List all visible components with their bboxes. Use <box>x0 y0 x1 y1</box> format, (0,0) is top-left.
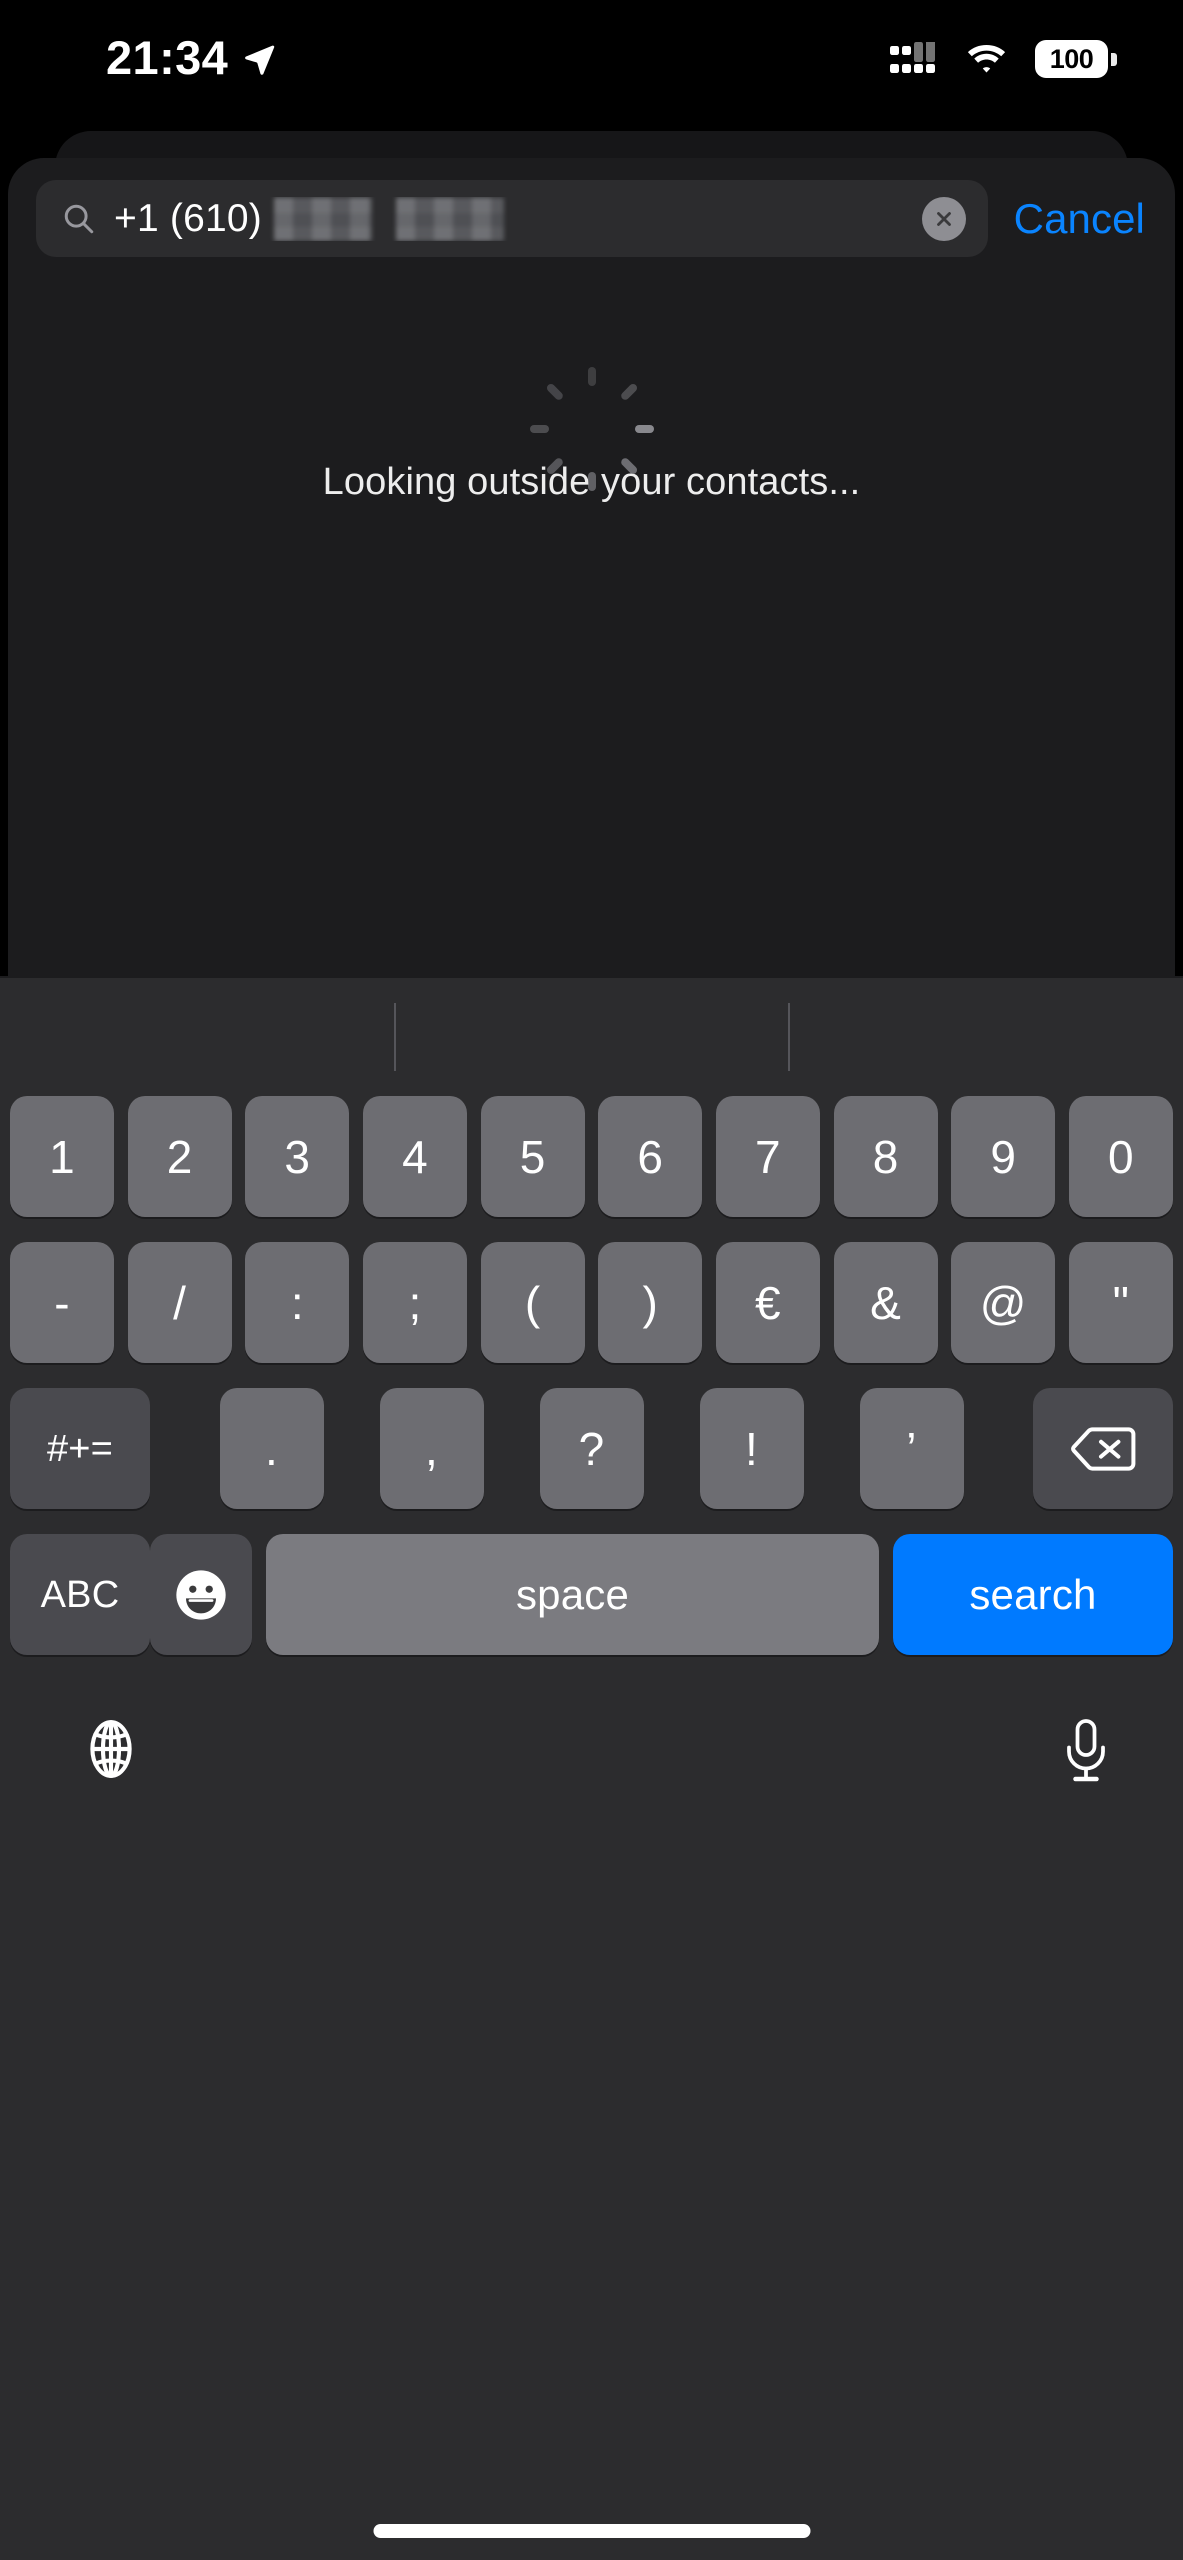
key-2[interactable]: 2 <box>127 1096 232 1217</box>
keyboard-utility-bar <box>0 1680 1183 2560</box>
key-period[interactable]: . <box>219 1388 324 1509</box>
punctuation-key-group: . , ? ! ’ <box>219 1388 964 1509</box>
key-label: 7 <box>755 1130 781 1183</box>
keyboard: 1 2 3 4 5 6 7 8 9 0 - / : ; ( ) € & @ " … <box>0 976 1183 2560</box>
predictive-separator <box>788 1003 790 1071</box>
key-ampersand[interactable]: & <box>833 1242 938 1363</box>
search-header: +1 (610) Cancel <box>8 158 1175 279</box>
key-label: ! <box>745 1422 758 1475</box>
key-0[interactable]: 0 <box>1068 1096 1173 1217</box>
key-label: 6 <box>637 1130 664 1183</box>
activity-spinner-icon <box>529 367 654 491</box>
key-search-return[interactable]: search <box>893 1534 1173 1655</box>
cancel-button[interactable]: Cancel <box>1004 197 1159 240</box>
backspace-icon[interactable] <box>1033 1388 1173 1509</box>
key-label: 4 <box>402 1130 428 1183</box>
key-at[interactable]: @ <box>951 1242 1056 1363</box>
keyboard-row-numbers: 1 2 3 4 5 6 7 8 9 0 <box>10 1096 1173 1217</box>
status-bar: 21:34 100 <box>0 0 1183 118</box>
emoji-smiley-icon[interactable] <box>150 1534 252 1655</box>
key-question-mark[interactable]: ? <box>539 1388 644 1509</box>
key-label: #+= <box>46 1427 114 1470</box>
key-label: , <box>425 1422 438 1475</box>
key-4[interactable]: 4 <box>362 1096 467 1217</box>
key-label: search <box>969 1570 1097 1618</box>
key-label: 8 <box>872 1130 899 1183</box>
key-label: - <box>54 1276 70 1329</box>
key-abc-toggle[interactable]: ABC <box>10 1534 150 1655</box>
key-semicolon[interactable]: ; <box>362 1242 467 1363</box>
key-8[interactable]: 8 <box>833 1096 938 1217</box>
keyboard-row-bottom: ABC space search <box>10 1534 1173 1655</box>
key-apostrophe[interactable]: ’ <box>859 1388 964 1509</box>
status-bar-left: 21:34 <box>106 34 276 84</box>
key-label: 1 <box>49 1130 75 1183</box>
key-space[interactable]: space <box>266 1534 879 1655</box>
predictive-text-bar[interactable] <box>0 978 1183 1096</box>
key-euro[interactable]: € <box>715 1242 820 1363</box>
globe-icon[interactable] <box>80 1718 142 1780</box>
key-3[interactable]: 3 <box>245 1096 350 1217</box>
clear-circle-icon[interactable] <box>921 196 966 241</box>
key-label: . <box>265 1422 278 1475</box>
emoji-glyph <box>172 1566 230 1624</box>
key-label: ABC <box>40 1573 120 1616</box>
backspace-glyph <box>1070 1425 1136 1473</box>
keyboard-row-punctuation: #+= . , ? ! ’ <box>10 1388 1173 1509</box>
key-5[interactable]: 5 <box>480 1096 585 1217</box>
key-6[interactable]: 6 <box>598 1096 703 1217</box>
search-icon <box>62 202 96 236</box>
battery-icon: 100 <box>1035 40 1117 78</box>
key-9[interactable]: 9 <box>951 1096 1056 1217</box>
cellular-signal-icon <box>890 40 938 76</box>
key-label: space <box>515 1570 630 1618</box>
keyboard-rows: 1 2 3 4 5 6 7 8 9 0 - / : ; ( ) € & @ " … <box>0 1096 1183 1680</box>
key-comma[interactable]: , <box>379 1388 484 1509</box>
key-label: : <box>290 1276 304 1329</box>
home-indicator[interactable] <box>373 2524 810 2538</box>
key-label: " <box>1112 1276 1130 1329</box>
key-label: ( <box>524 1276 541 1329</box>
key-label: ? <box>578 1422 605 1475</box>
battery-body: 100 <box>1035 40 1108 78</box>
wifi-icon <box>964 42 1009 76</box>
key-label: 2 <box>166 1130 193 1183</box>
key-label: € <box>755 1276 781 1329</box>
loading-state: Looking outside your contacts... <box>8 279 1175 501</box>
key-1[interactable]: 1 <box>10 1096 114 1217</box>
key-label: @ <box>979 1276 1027 1329</box>
search-input[interactable]: +1 (610) <box>36 180 988 257</box>
key-label: 9 <box>990 1130 1017 1183</box>
search-value-container: +1 (610) <box>114 196 904 241</box>
keyboard-row-symbols: - / : ; ( ) € & @ " <box>10 1242 1173 1363</box>
key-label: ) <box>642 1276 659 1329</box>
battery-percentage: 100 <box>1049 43 1094 74</box>
microphone-icon[interactable] <box>1061 1718 1111 1784</box>
key-label: 5 <box>519 1130 546 1183</box>
key-label: ; <box>408 1276 422 1329</box>
location-arrow-icon <box>242 42 276 76</box>
key-label: ’ <box>906 1422 917 1475</box>
status-bar-right: 100 <box>890 40 1117 78</box>
status-bar-clock: 21:34 <box>106 31 229 84</box>
key-symbols-toggle[interactable]: #+= <box>10 1388 150 1509</box>
key-quote[interactable]: " <box>1068 1242 1173 1363</box>
predictive-separator <box>394 1003 396 1071</box>
redacted-digits-block-1 <box>273 196 372 241</box>
key-label: 0 <box>1108 1130 1134 1183</box>
key-label: / <box>173 1276 187 1329</box>
key-paren-close[interactable]: ) <box>598 1242 703 1363</box>
key-colon[interactable]: : <box>245 1242 350 1363</box>
key-paren-open[interactable]: ( <box>480 1242 585 1363</box>
key-7[interactable]: 7 <box>715 1096 820 1217</box>
key-exclamation[interactable]: ! <box>699 1388 804 1509</box>
key-label: 3 <box>284 1130 311 1183</box>
key-slash[interactable]: / <box>127 1242 232 1363</box>
key-label: & <box>870 1276 902 1329</box>
redacted-digits-block-2 <box>395 196 504 241</box>
battery-tip <box>1111 52 1117 66</box>
search-input-value: +1 (610) <box>114 197 262 240</box>
key-hyphen[interactable]: - <box>10 1242 114 1363</box>
iphone-screen: 2 1: 3 4 100 +1 (610) Cancel Looking outsid… <box>0 0 1183 2560</box>
